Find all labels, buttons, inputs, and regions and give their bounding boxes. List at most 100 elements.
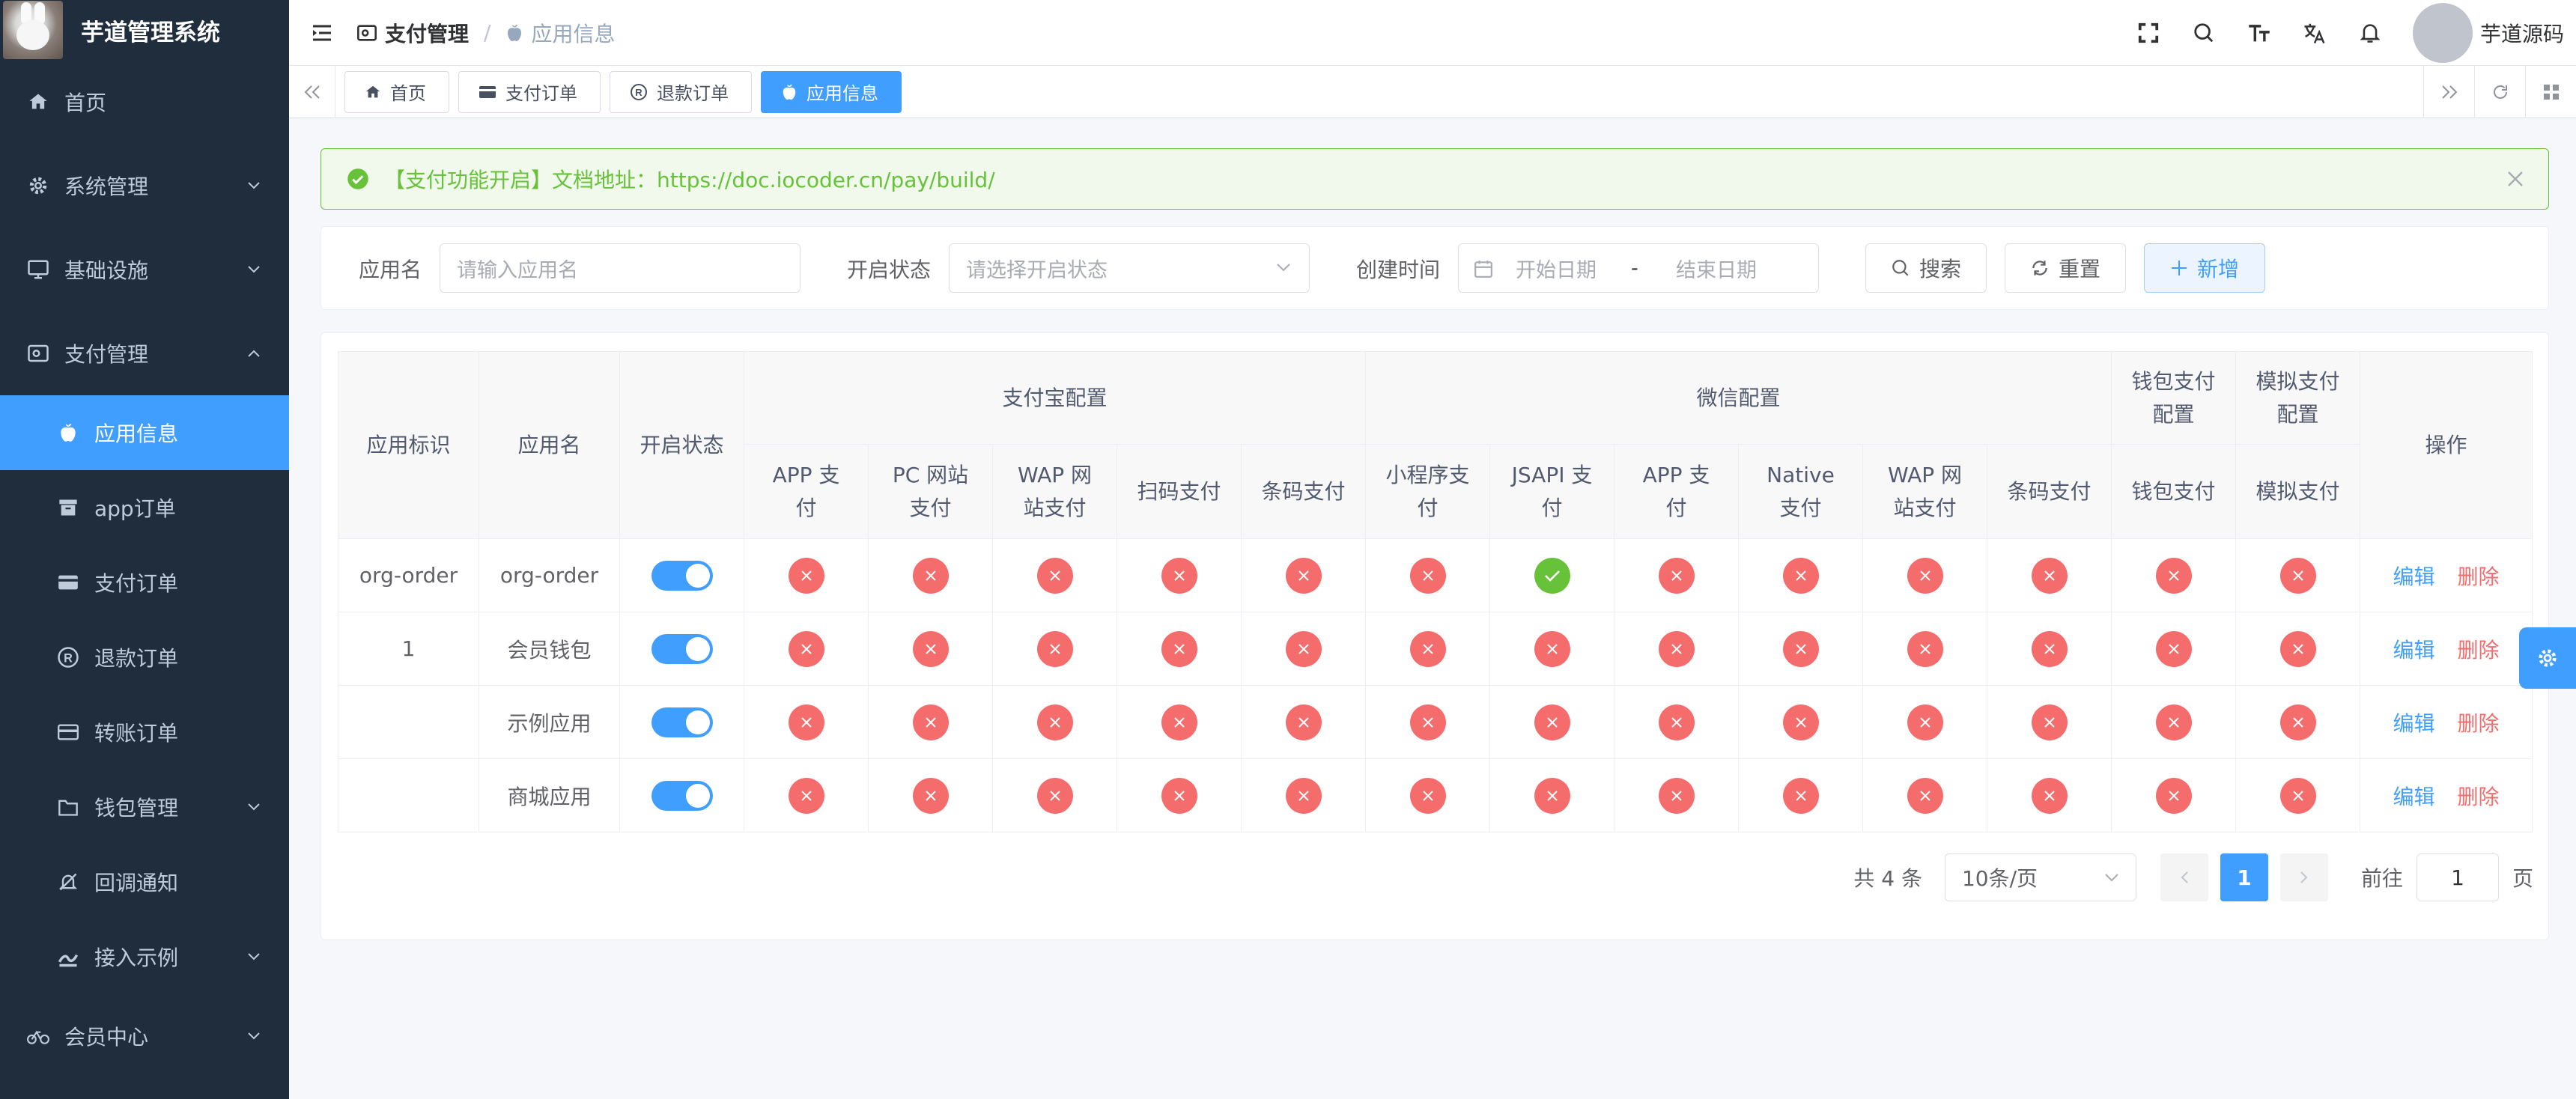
next-page-button[interactable] — [2279, 853, 2328, 901]
close-icon[interactable] — [2506, 170, 2524, 188]
page-number-button[interactable]: 1 — [2220, 853, 2268, 901]
close-circle-icon[interactable] — [912, 630, 949, 667]
sidebar-item-app-order[interactable]: app订单 — [0, 470, 289, 545]
translate-icon[interactable] — [2287, 0, 2342, 66]
close-circle-icon[interactable] — [2279, 630, 2316, 667]
close-circle-icon[interactable] — [1782, 704, 1819, 740]
sidebar-item-home[interactable]: 首页 — [0, 60, 289, 144]
prev-page-button[interactable] — [2160, 853, 2208, 901]
goto-page-input[interactable]: 1 — [2416, 853, 2499, 901]
close-circle-icon[interactable] — [1782, 777, 1819, 814]
breadcrumb-item-pay[interactable]: 支付管理 — [356, 18, 469, 48]
edit-button[interactable]: 编辑 — [2393, 561, 2434, 591]
sidebar-item-pay-order[interactable]: 支付订单 — [0, 545, 289, 620]
close-circle-icon[interactable] — [1658, 777, 1695, 814]
close-circle-icon[interactable] — [1409, 557, 1446, 594]
close-circle-icon[interactable] — [2155, 704, 2192, 740]
edit-button[interactable]: 编辑 — [2393, 707, 2434, 737]
close-circle-icon[interactable] — [1285, 630, 1322, 667]
sidebar-item-notify[interactable]: 回调通知 — [0, 844, 289, 919]
close-circle-icon[interactable] — [1534, 704, 1570, 740]
close-circle-icon[interactable] — [1409, 704, 1446, 740]
close-circle-icon[interactable] — [2279, 704, 2316, 740]
tag-pay-order[interactable]: 支付订单 — [458, 70, 601, 113]
search-icon[interactable] — [2176, 0, 2232, 66]
tags-scroll-right-icon[interactable] — [2423, 66, 2474, 118]
delete-button[interactable]: 删除 — [2458, 634, 2500, 664]
alert-text[interactable]: 【支付功能开启】文档地址：https://doc.iocoder.cn/pay/… — [384, 164, 995, 194]
close-circle-icon[interactable] — [1285, 777, 1322, 814]
close-circle-icon[interactable] — [1782, 557, 1819, 594]
sidebar-item-wallet[interactable]: 钱包管理 — [0, 770, 289, 844]
close-circle-icon[interactable] — [1285, 704, 1322, 740]
grid-icon[interactable] — [2525, 66, 2576, 118]
tag-refund-order[interactable]: R 退款订单 — [610, 70, 752, 113]
close-circle-icon[interactable] — [788, 557, 824, 594]
close-circle-icon[interactable] — [2155, 557, 2192, 594]
close-circle-icon[interactable] — [2031, 630, 2068, 667]
close-circle-icon[interactable] — [1036, 630, 1073, 667]
delete-button[interactable]: 删除 — [2458, 781, 2500, 811]
status-switch[interactable] — [651, 780, 713, 811]
close-circle-icon[interactable] — [2155, 777, 2192, 814]
tag-app-info[interactable]: 应用信息 — [761, 70, 902, 113]
sidebar-item-refund-order[interactable]: R 退款订单 — [0, 620, 289, 695]
close-circle-icon[interactable] — [1036, 777, 1073, 814]
delete-button[interactable]: 删除 — [2458, 561, 2500, 591]
sidebar-item-example[interactable]: 接入示例 — [0, 919, 289, 994]
close-circle-icon[interactable] — [1161, 557, 1197, 594]
username[interactable]: 芋道源码 — [2480, 18, 2564, 48]
sidebar-item-app-info[interactable]: 应用信息 — [0, 395, 289, 470]
close-circle-icon[interactable] — [1409, 777, 1446, 814]
status-switch[interactable] — [651, 633, 713, 664]
close-circle-icon[interactable] — [1161, 704, 1197, 740]
close-circle-icon[interactable] — [1534, 777, 1570, 814]
edit-button[interactable]: 编辑 — [2393, 634, 2434, 664]
close-circle-icon[interactable] — [1409, 630, 1446, 667]
sidebar-item-pay[interactable]: 支付管理 — [0, 311, 289, 395]
sidebar-item-infra[interactable]: 基础设施 — [0, 228, 289, 311]
end-date-placeholder[interactable]: 结束日期 — [1676, 254, 1757, 283]
close-circle-icon[interactable] — [1285, 557, 1322, 594]
close-circle-icon[interactable] — [2155, 630, 2192, 667]
close-circle-icon[interactable] — [2031, 704, 2068, 740]
close-circle-icon[interactable] — [2031, 557, 2068, 594]
close-circle-icon[interactable] — [1658, 557, 1695, 594]
check-circle-icon[interactable] — [1534, 557, 1570, 594]
edit-button[interactable]: 编辑 — [2393, 781, 2434, 811]
close-circle-icon[interactable] — [788, 777, 824, 814]
reset-button[interactable]: 重置 — [2005, 243, 2126, 293]
close-circle-icon[interactable] — [1782, 630, 1819, 667]
close-circle-icon[interactable] — [788, 630, 824, 667]
search-button[interactable]: 搜索 — [1865, 243, 1987, 293]
close-circle-icon[interactable] — [1658, 704, 1695, 740]
bell-icon[interactable] — [2342, 0, 2398, 66]
settings-float-button[interactable] — [2519, 627, 2576, 689]
close-circle-icon[interactable] — [912, 557, 949, 594]
fullscreen-icon[interactable] — [2121, 0, 2176, 66]
close-circle-icon[interactable] — [1907, 704, 1943, 740]
close-circle-icon[interactable] — [2279, 557, 2316, 594]
close-circle-icon[interactable] — [1161, 630, 1197, 667]
add-button[interactable]: 新增 — [2144, 243, 2265, 293]
refresh-icon[interactable] — [2474, 66, 2525, 118]
page-size-select[interactable]: 10条/页 — [1944, 853, 2136, 901]
close-circle-icon[interactable] — [788, 704, 824, 740]
status-switch[interactable] — [651, 707, 713, 737]
sidebar-item-member[interactable]: 会员中心 — [0, 994, 289, 1078]
sidebar-item-transfer-order[interactable]: 转账订单 — [0, 695, 289, 770]
app-name-input[interactable]: 请输入应用名 — [440, 243, 801, 293]
tag-home[interactable]: 首页 — [344, 70, 449, 113]
close-circle-icon[interactable] — [1907, 557, 1943, 594]
sidebar-item-system[interactable]: 系统管理 — [0, 144, 289, 228]
close-circle-icon[interactable] — [1907, 630, 1943, 667]
tags-scroll-left-icon[interactable] — [289, 65, 335, 118]
close-circle-icon[interactable] — [1036, 557, 1073, 594]
avatar[interactable] — [2412, 3, 2473, 63]
status-select[interactable]: 请选择开启状态 — [949, 243, 1310, 293]
close-circle-icon[interactable] — [912, 704, 949, 740]
font-size-icon[interactable] — [2232, 0, 2287, 66]
date-range-picker[interactable]: 开始日期 - 结束日期 — [1458, 243, 1819, 293]
close-circle-icon[interactable] — [1907, 777, 1943, 814]
delete-button[interactable]: 删除 — [2458, 707, 2500, 737]
